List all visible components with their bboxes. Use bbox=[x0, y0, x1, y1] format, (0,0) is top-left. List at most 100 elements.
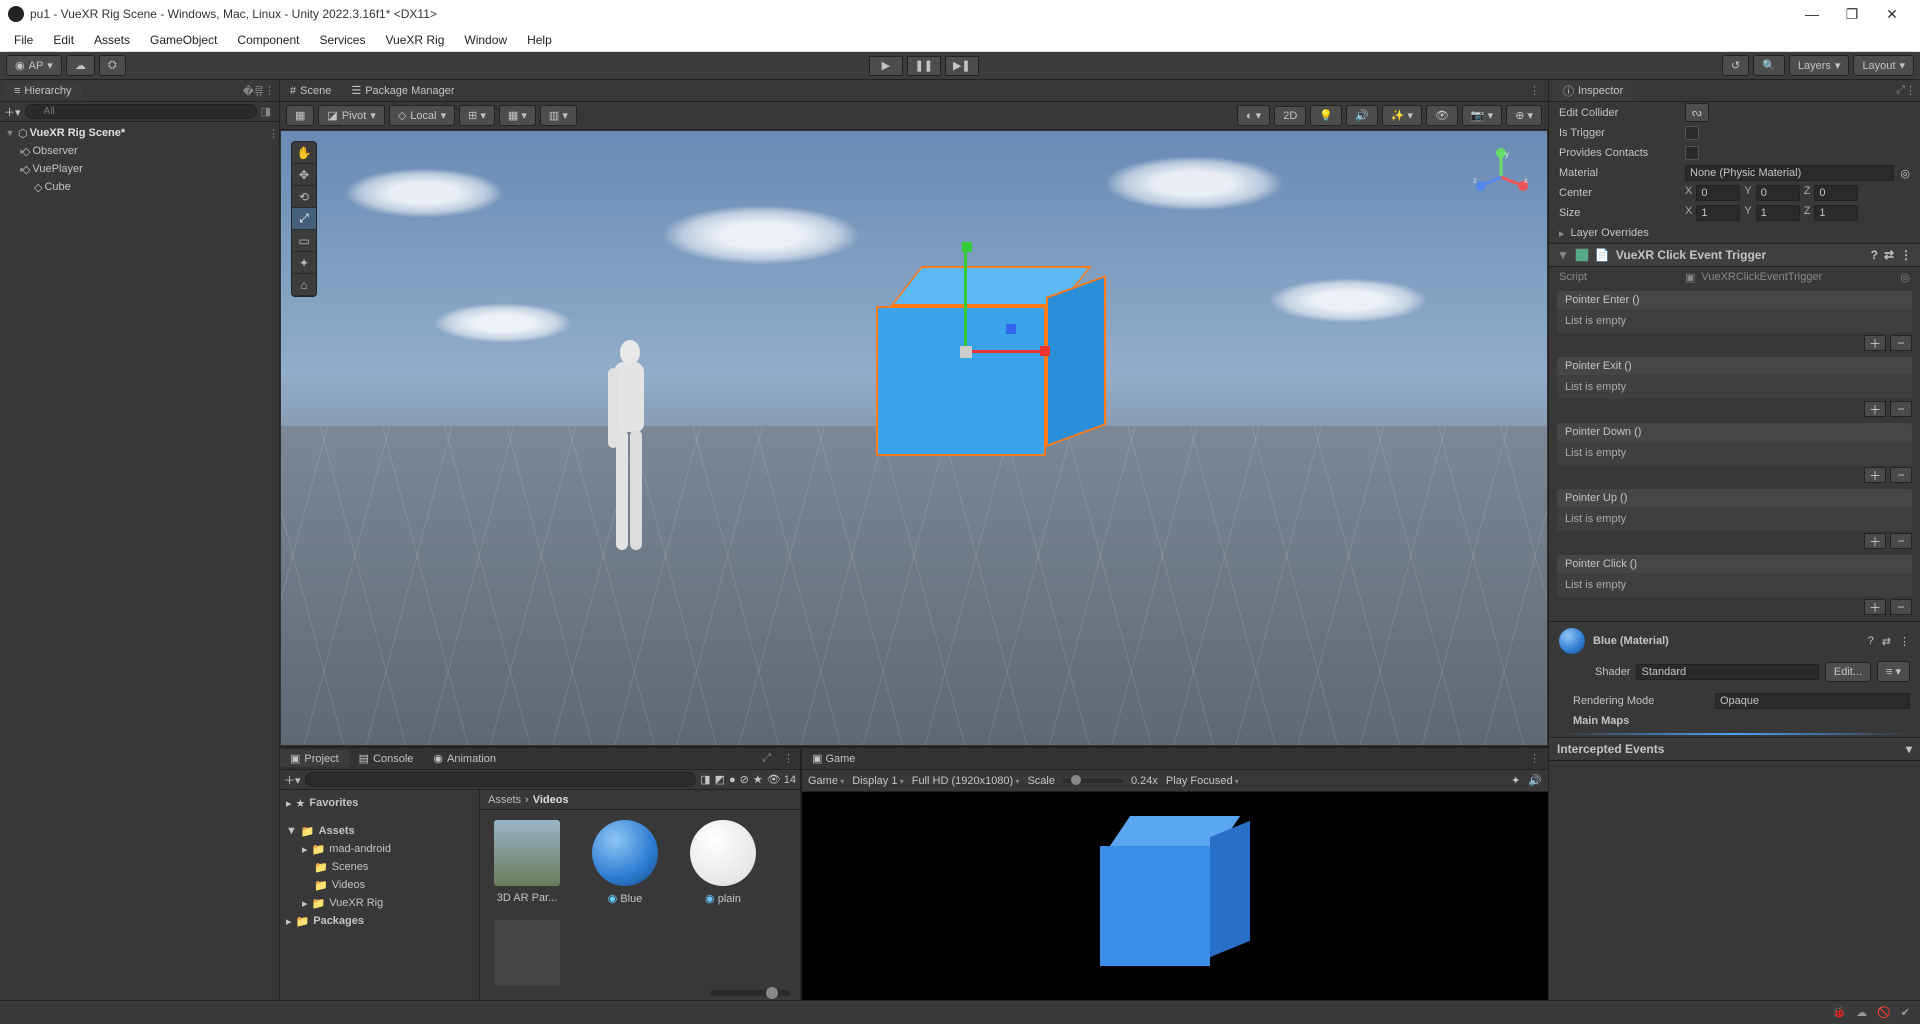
inspector-menu-icon[interactable]: ⋮ bbox=[1905, 84, 1916, 97]
maximize-button[interactable]: ❐ bbox=[1832, 0, 1872, 28]
event-0-remove-button[interactable]: − bbox=[1890, 335, 1912, 351]
fx-toggle[interactable]: ✨ ▾ bbox=[1382, 105, 1422, 126]
layer-overrides-row[interactable]: ▸ Layer Overrides bbox=[1549, 223, 1920, 243]
event-1-remove-button[interactable]: − bbox=[1890, 401, 1912, 417]
play-button[interactable]: ▶ bbox=[869, 56, 903, 76]
package-manager-tab[interactable]: ☰ Package Manager bbox=[341, 82, 464, 99]
event-3-add-button[interactable]: ＋ bbox=[1864, 533, 1886, 549]
size-y-input[interactable] bbox=[1756, 205, 1800, 221]
event-3-remove-button[interactable]: − bbox=[1890, 533, 1912, 549]
menu-services[interactable]: Services bbox=[309, 28, 375, 52]
scene-view[interactable]: ✋ ✥ ⟲ ⤢ ▭ ✦ ⌂ y x z bbox=[280, 130, 1548, 746]
move-tool[interactable]: ✥ bbox=[292, 164, 316, 186]
pivot-dropdown[interactable]: ◪ Pivot ▾ bbox=[318, 105, 384, 126]
console-tab[interactable]: ▤ Console bbox=[349, 750, 424, 767]
hierarchy-tab[interactable]: ≡ Hierarchy bbox=[4, 83, 82, 99]
asset-blue[interactable]: ◉ Blue bbox=[588, 820, 662, 905]
event-4-add-button[interactable]: ＋ bbox=[1864, 599, 1886, 615]
menu-help[interactable]: Help bbox=[517, 28, 562, 52]
display-dropdown[interactable]: Display 1 bbox=[852, 775, 904, 787]
physic-material-field[interactable] bbox=[1685, 165, 1894, 181]
step-button[interactable]: ▶❚ bbox=[945, 56, 979, 76]
draw-mode-button[interactable]: ◐ ▾ bbox=[1237, 105, 1270, 126]
menu-file[interactable]: File bbox=[4, 28, 43, 52]
filter-scene-icon[interactable]: ◨ bbox=[700, 773, 710, 786]
camera-settings-button[interactable]: 📷 ▾ bbox=[1462, 105, 1502, 126]
material-preset-icon[interactable]: ⇄ bbox=[1882, 635, 1891, 648]
status-icon-2[interactable]: ☁ bbox=[1856, 1006, 1867, 1019]
layers-dropdown[interactable]: Layers ▾ bbox=[1789, 55, 1850, 76]
hierarchy-item-vueplayer[interactable]: ▸◇VuePlayer bbox=[0, 160, 279, 178]
status-icon-3[interactable]: 🚫 bbox=[1877, 1006, 1891, 1019]
hierarchy-search-input[interactable] bbox=[25, 104, 257, 119]
shader-menu-button[interactable]: ≡ ▾ bbox=[1877, 661, 1910, 682]
folder-videos[interactable]: 📁 Videos bbox=[280, 876, 479, 894]
filter-error-icon[interactable]: ⊘ bbox=[740, 773, 749, 786]
search-button[interactable]: 🔍 bbox=[1753, 55, 1785, 76]
visibility-toggle[interactable]: 👁 bbox=[1426, 105, 1458, 126]
project-lock-icon[interactable]: ⤢ bbox=[756, 752, 777, 765]
edit-shader-button[interactable]: Edit... bbox=[1825, 662, 1871, 682]
filter-type-icon[interactable]: ◩ bbox=[715, 773, 725, 786]
event-4-remove-button[interactable]: − bbox=[1890, 599, 1912, 615]
center-z-input[interactable] bbox=[1814, 185, 1858, 201]
material-picker-icon[interactable]: ◎ bbox=[1900, 167, 1910, 180]
lighting-toggle[interactable]: 💡 bbox=[1310, 105, 1342, 126]
material-help-icon[interactable]: ? bbox=[1868, 635, 1874, 647]
menu-component[interactable]: Component bbox=[227, 28, 309, 52]
gizmos-game-icon[interactable]: ✦ bbox=[1511, 774, 1520, 787]
snap-settings-button[interactable]: ▥ ▾ bbox=[540, 105, 577, 126]
material-header[interactable]: Blue (Material) ? ⇄ ⋮ bbox=[1549, 621, 1920, 660]
folder-vuexr-rig[interactable]: ▸ 📁 VueXR Rig bbox=[280, 894, 479, 912]
project-tab[interactable]: ▣ Project bbox=[280, 750, 349, 767]
custom-tool[interactable]: ⌂ bbox=[292, 274, 316, 296]
edit-collider-button[interactable]: ᔓ bbox=[1685, 103, 1709, 122]
is-trigger-checkbox[interactable] bbox=[1685, 126, 1699, 140]
hierarchy-item-cube[interactable]: ◇Cube bbox=[0, 178, 279, 196]
favorites-node[interactable]: ▸ ★ Favorites bbox=[280, 794, 479, 812]
undo-history-button[interactable]: ↺ bbox=[1722, 55, 1749, 76]
hierarchy-search-type-icon[interactable]: ◨ bbox=[257, 105, 275, 118]
size-x-input[interactable] bbox=[1696, 205, 1740, 221]
inspector-lock-icon[interactable]: ⤢ bbox=[1896, 84, 1905, 97]
minimize-button[interactable]: — bbox=[1792, 0, 1832, 28]
asset-empty[interactable] bbox=[490, 920, 564, 992]
gizmos-dropdown[interactable]: ⊕ ▾ bbox=[1506, 105, 1542, 126]
asset-3d-ar-par[interactable]: 3D AR Par... bbox=[490, 820, 564, 904]
project-add-button[interactable]: ＋▾ bbox=[284, 772, 301, 788]
rotate-tool[interactable]: ⟲ bbox=[292, 186, 316, 208]
filter-label-icon[interactable]: ● bbox=[729, 774, 736, 786]
game-view[interactable] bbox=[802, 792, 1548, 1000]
breadcrumb[interactable]: Assets › Videos bbox=[480, 790, 800, 810]
folder-mad-android[interactable]: ▸ 📁 mad-android bbox=[280, 840, 479, 858]
status-icon-4[interactable]: ✔ bbox=[1901, 1006, 1910, 1019]
menu-gameobject[interactable]: GameObject bbox=[140, 28, 227, 52]
resolution-dropdown[interactable]: Full HD (1920x1080) bbox=[912, 775, 1020, 787]
inspector-tab[interactable]: ⓘ Inspector bbox=[1553, 81, 1633, 101]
folder-scenes[interactable]: 📁 Scenes bbox=[280, 858, 479, 876]
layout-dropdown[interactable]: Layout ▾ bbox=[1853, 55, 1914, 76]
event-2-remove-button[interactable]: − bbox=[1890, 467, 1912, 483]
event-2-add-button[interactable]: ＋ bbox=[1864, 467, 1886, 483]
2d-toggle[interactable]: 2D bbox=[1274, 106, 1306, 126]
play-focused-dropdown[interactable]: Play Focused bbox=[1166, 775, 1239, 787]
close-button[interactable]: ✕ bbox=[1872, 0, 1912, 28]
size-z-input[interactable] bbox=[1814, 205, 1858, 221]
menu-edit[interactable]: Edit bbox=[43, 28, 84, 52]
intercepted-events-header[interactable]: Intercepted Events▾ bbox=[1549, 737, 1920, 761]
scene-row[interactable]: ▼⬡VueXR Rig Scene*⋮ bbox=[0, 124, 279, 142]
hierarchy-lock-icon[interactable]: �류 bbox=[243, 83, 264, 99]
rendering-mode-dropdown[interactable] bbox=[1715, 693, 1910, 709]
script-picker-icon[interactable]: ◎ bbox=[1900, 271, 1910, 284]
scene-tab[interactable]: # Scene bbox=[280, 83, 341, 99]
selected-cube[interactable] bbox=[876, 266, 1106, 466]
pause-button[interactable]: ❚❚ bbox=[907, 56, 941, 76]
services-button[interactable]: ⛭ bbox=[99, 55, 126, 76]
game-tab[interactable]: ▣ Game bbox=[802, 750, 865, 767]
center-x-input[interactable] bbox=[1696, 185, 1740, 201]
mute-audio-icon[interactable]: 🔊 bbox=[1528, 774, 1542, 787]
audio-toggle[interactable]: 🔊 bbox=[1346, 105, 1378, 126]
menu-window[interactable]: Window bbox=[454, 28, 517, 52]
account-dropdown[interactable]: ◉ AP ▾ bbox=[6, 55, 62, 76]
project-menu-icon[interactable]: ⋮ bbox=[777, 752, 800, 765]
